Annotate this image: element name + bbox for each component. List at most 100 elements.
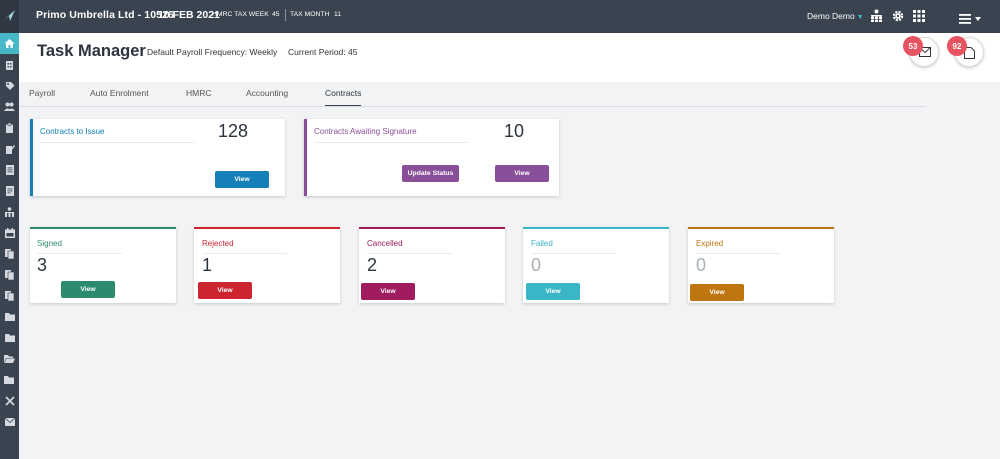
clipboard-icon — [6, 122, 13, 133]
edit-document-icon — [5, 144, 15, 154]
contracts-awaiting-card: Contracts Awaiting Signature 10 Update S… — [304, 119, 559, 196]
divider — [40, 142, 195, 143]
payroll-date: 10 FEB 2021 — [158, 9, 220, 21]
view-button[interactable]: View — [526, 283, 580, 300]
sidebar-item-storage[interactable] — [0, 369, 19, 390]
cancelled-card: Cancelled 2 View — [359, 227, 505, 303]
contracts-to-issue-card: Contracts to Issue 128 View — [30, 119, 285, 196]
signed-card: Signed 3 View — [30, 227, 176, 303]
card-label: Failed — [531, 239, 553, 248]
page-title: Task Manager — [37, 42, 146, 60]
app-logo[interactable] — [0, 0, 19, 33]
chevron-down-icon: ▼ — [856, 14, 864, 21]
card-count: 0 — [531, 255, 542, 275]
payroll-frequency: Default Payroll Frequency: Weekly — [147, 47, 278, 57]
page-header: Task Manager Default Payroll Frequency: … — [19, 33, 1000, 82]
view-button[interactable]: View — [690, 284, 744, 301]
user-menu[interactable]: Demo Demo ▼ — [807, 11, 864, 21]
sidebar-item-tools[interactable] — [0, 390, 19, 411]
divider — [37, 253, 122, 254]
sidebar-item-folders[interactable] — [0, 327, 19, 348]
divider — [202, 253, 287, 254]
divider — [314, 142, 469, 143]
card-count: 10 — [504, 121, 525, 141]
view-button[interactable]: View — [198, 282, 252, 299]
org-chart-icon[interactable] — [870, 9, 883, 27]
divider — [531, 253, 616, 254]
tab-auto-enrolment[interactable]: Auto Enrolment — [90, 88, 149, 98]
users-icon — [4, 102, 15, 111]
sidebar — [0, 33, 19, 459]
tab-payroll[interactable]: Payroll — [29, 88, 55, 98]
card-count: 3 — [37, 255, 48, 275]
card-label: Rejected — [202, 239, 234, 248]
sidebar-item-edit[interactable] — [0, 138, 19, 159]
sidebar-item-ledger[interactable] — [0, 180, 19, 201]
card-label: Signed — [37, 239, 62, 248]
sidebar-item-folders-open[interactable] — [0, 348, 19, 369]
messages-badge: 53 — [903, 36, 923, 56]
folder-open-icon — [4, 355, 15, 363]
tab-contracts[interactable]: Contracts — [325, 88, 362, 106]
hamburger-menu-icon[interactable] — [959, 11, 983, 29]
gear-icon[interactable] — [892, 9, 904, 27]
failed-card: Failed 0 View — [523, 227, 669, 303]
card-count: 0 — [696, 255, 707, 275]
tag-icon — [5, 81, 14, 90]
sidebar-item-mail[interactable] — [0, 411, 19, 432]
view-button[interactable]: View — [495, 165, 549, 182]
tax-month-value: 11 — [334, 11, 342, 18]
apps-grid-icon[interactable] — [913, 9, 925, 27]
folder-stack-icon — [4, 376, 14, 384]
mail-icon — [4, 417, 15, 426]
folder-icon — [4, 334, 15, 342]
sidebar-item-calendar[interactable] — [0, 222, 19, 243]
ledger-icon — [5, 185, 14, 196]
company-name: Primo Umbrella Ltd - 10526 — [36, 9, 174, 21]
team-icon — [5, 206, 14, 217]
tax-week-label: HMRC TAX WEEK — [212, 11, 269, 18]
current-period: Current Period: 45 — [288, 47, 358, 57]
sidebar-item-home[interactable] — [0, 33, 19, 54]
sidebar-item-team[interactable] — [0, 201, 19, 222]
tools-icon — [4, 395, 15, 406]
document-icon — [5, 164, 14, 175]
card-label: Contracts Awaiting Signature — [314, 127, 417, 136]
card-label: Expired — [696, 239, 724, 248]
calendar-icon — [4, 227, 15, 238]
tab-accounting[interactable]: Accounting — [246, 88, 288, 98]
file-stack-icon — [5, 269, 14, 280]
view-button[interactable]: View — [361, 283, 415, 300]
sidebar-item-users[interactable] — [0, 96, 19, 117]
card-count: 128 — [218, 121, 249, 141]
view-button[interactable]: View — [61, 281, 115, 298]
sidebar-item-files-a[interactable] — [0, 243, 19, 264]
documents-badge: 92 — [947, 36, 967, 56]
sidebar-item-files-b[interactable] — [0, 264, 19, 285]
folder-icon — [4, 313, 15, 321]
expired-card: Expired 0 View — [688, 227, 834, 303]
home-icon — [4, 39, 15, 48]
sidebar-item-company[interactable] — [0, 54, 19, 75]
divider — [367, 253, 452, 254]
tab-bar: Payroll Auto Enrolment HMRC Accounting C… — [19, 82, 926, 107]
sidebar-item-reports[interactable] — [0, 159, 19, 180]
sidebar-item-clipboard[interactable] — [0, 117, 19, 138]
tab-hmrc[interactable]: HMRC — [186, 88, 212, 98]
card-label: Cancelled — [367, 239, 403, 248]
top-bar: Primo Umbrella Ltd - 10526 10 FEB 2021 H… — [0, 0, 1000, 33]
divider — [285, 9, 286, 21]
user-name: Demo Demo — [807, 11, 855, 21]
divider — [696, 253, 781, 254]
view-button[interactable]: View — [215, 171, 269, 188]
card-label: Contracts to Issue — [40, 127, 105, 136]
file-stack-icon — [5, 248, 14, 259]
update-status-button[interactable]: Update Status — [402, 165, 459, 182]
rejected-card: Rejected 1 View — [194, 227, 340, 303]
card-count: 2 — [367, 255, 378, 275]
file-stack-icon — [5, 290, 14, 301]
logo-icon — [4, 10, 15, 21]
sidebar-item-tags[interactable] — [0, 75, 19, 96]
sidebar-item-archive[interactable] — [0, 306, 19, 327]
sidebar-item-files-c[interactable] — [0, 285, 19, 306]
